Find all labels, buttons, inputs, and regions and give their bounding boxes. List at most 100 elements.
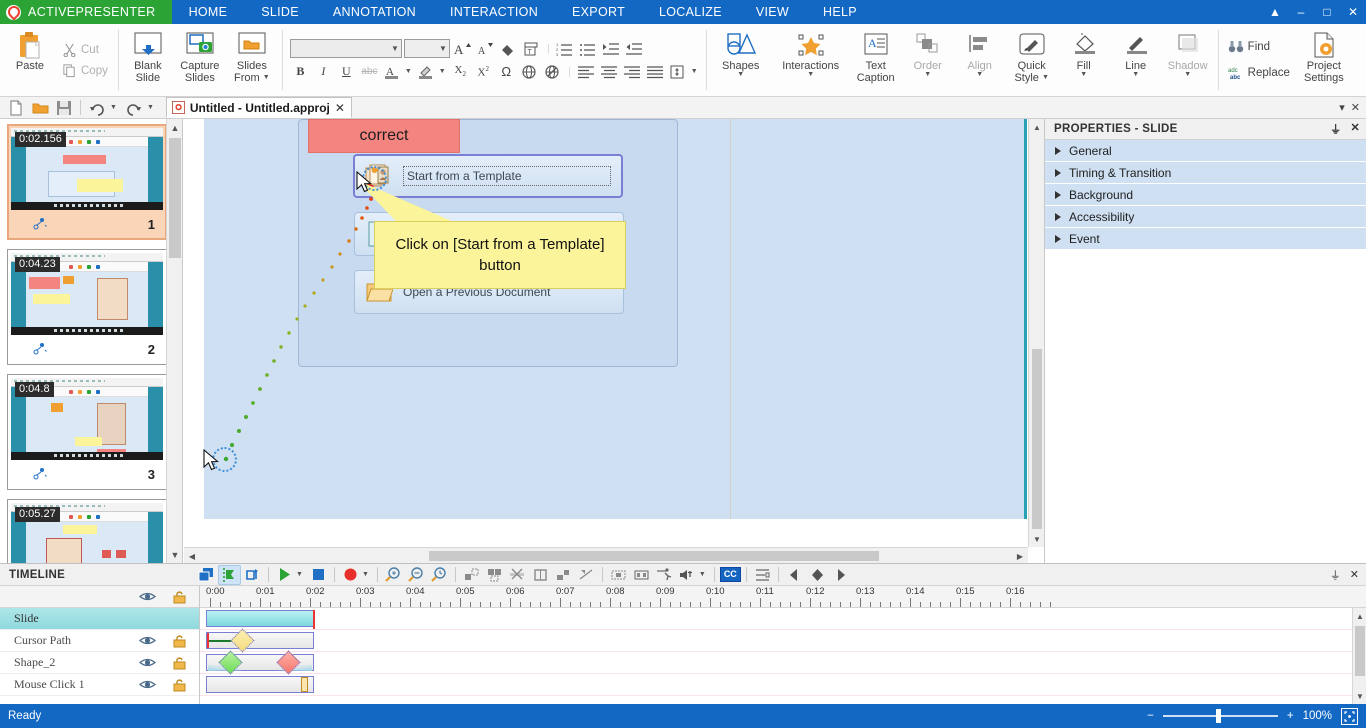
copy-button[interactable]: Copy (58, 61, 112, 80)
subscript-button[interactable]: X2 (450, 62, 471, 82)
shapes-button[interactable]: Shapes ▼ (710, 26, 772, 94)
pin-icon[interactable]: ⏚ (1330, 121, 1341, 137)
chevron-down-icon[interactable]: ▼ (691, 68, 698, 75)
eye-icon[interactable] (139, 634, 156, 648)
scroll-up-icon[interactable]: ▲ (1029, 119, 1044, 135)
mouse-click-bar[interactable] (206, 676, 314, 693)
timeline-track-label-mouse-click-1[interactable]: Mouse Click 1 (0, 674, 199, 696)
scroll-down-icon[interactable]: ▼ (167, 546, 182, 563)
scrollbar-thumb[interactable] (1032, 349, 1042, 529)
insert-frame-icon[interactable] (607, 565, 630, 585)
menu-interaction[interactable]: INTERACTION (433, 0, 555, 24)
align-button[interactable]: Align ▼ (954, 26, 1006, 94)
track-row-slide[interactable] (200, 608, 1366, 630)
prev-keyframe-icon[interactable] (783, 565, 806, 585)
open-folder-icon[interactable] (29, 98, 51, 118)
increase-font-size-button[interactable]: A (452, 39, 473, 59)
volume-dropdown-icon[interactable]: ▼ (699, 571, 706, 578)
menu-export[interactable]: EXPORT (555, 0, 642, 24)
scrollbar-thumb[interactable] (429, 551, 879, 561)
volume-icon[interactable] (676, 565, 699, 585)
document-tab[interactable]: Untitled - Untitled.approj ✕ (165, 97, 352, 118)
maximize-icon[interactable]: □ (1314, 0, 1340, 24)
blank-slide-button[interactable]: Blank Slide (122, 26, 174, 94)
scrollbar-thumb[interactable] (1355, 626, 1365, 676)
close-icon[interactable]: ✕ (1350, 121, 1360, 137)
menu-home[interactable]: HOME (172, 0, 245, 24)
scroll-right-icon[interactable]: ▶ (1012, 548, 1028, 563)
clear-formatting-button[interactable] (498, 39, 519, 59)
cut-button[interactable]: Cut (58, 40, 112, 59)
replace-button[interactable]: adc abc Replace (1224, 64, 1294, 82)
chevron-down-icon[interactable]: ▼ (924, 71, 931, 78)
redo-icon[interactable] (123, 98, 145, 118)
line-spacing-button[interactable] (668, 62, 689, 82)
decrease-indent-button[interactable] (624, 39, 645, 59)
capture-slides-button[interactable]: Capture Slides (174, 26, 226, 94)
line-button[interactable]: Line ▼ (1110, 26, 1162, 94)
join-icon[interactable] (575, 565, 598, 585)
lock-icon[interactable] (172, 634, 187, 648)
play-dropdown-icon[interactable]: ▼ (296, 571, 303, 578)
minimize-ribbon-icon[interactable]: ▾ (1339, 101, 1345, 114)
scroll-up-icon[interactable]: ▲ (1353, 608, 1366, 624)
new-file-icon[interactable] (5, 98, 27, 118)
group-objects-icon[interactable] (195, 565, 218, 585)
shadow-button[interactable]: Shadow ▼ (1162, 26, 1214, 94)
property-section-general[interactable]: General (1045, 140, 1366, 162)
underline-button[interactable]: U (336, 62, 357, 82)
menu-view[interactable]: VIEW (739, 0, 806, 24)
close-tab-icon[interactable]: ✕ (335, 101, 345, 115)
eye-icon[interactable] (139, 678, 156, 692)
chevron-down-icon[interactable]: ▼ (1080, 71, 1087, 78)
align-tracks-icon[interactable] (751, 565, 774, 585)
slide-thumbnail-item[interactable]: 0:04.23 2 (7, 249, 167, 365)
font-family-select[interactable]: ▼ (289, 39, 402, 58)
slide-thumbnail-item[interactable]: 0:04.8 3 (7, 374, 167, 490)
close-icon[interactable]: ✕ (1340, 0, 1366, 24)
fit-to-window-icon[interactable] (1341, 707, 1358, 725)
timeline-ruler[interactable]: 0:00 0:01 0:02 0:03 0:04 0:05 0:06 0:07 … (200, 586, 1366, 608)
scroll-down-icon[interactable]: ▼ (1353, 688, 1366, 704)
superscript-button[interactable]: X2 (473, 62, 494, 82)
zoom-width-icon[interactable] (405, 565, 428, 585)
insert-hyperlink-button[interactable] (519, 62, 540, 82)
chevron-down-icon[interactable]: ▼ (110, 104, 117, 111)
delete-time-icon[interactable] (483, 565, 506, 585)
menu-help[interactable]: HELP (806, 0, 874, 24)
chevron-down-icon[interactable]: ▼ (1184, 71, 1191, 78)
callout-annotation[interactable]: Click on [Start from a Template] button (374, 221, 626, 289)
highlight-color-button[interactable] (416, 62, 437, 82)
close-icon[interactable]: ✕ (1350, 568, 1359, 581)
property-section-background[interactable]: Background (1045, 184, 1366, 206)
lock-icon[interactable] (172, 656, 187, 670)
property-section-event[interactable]: Event (1045, 228, 1366, 250)
slide-duration-bar[interactable] (206, 610, 314, 627)
split-icon[interactable] (552, 565, 575, 585)
insert-time-icon[interactable] (460, 565, 483, 585)
ribbon-options-icon[interactable]: ▲ (1262, 0, 1288, 24)
keyframe-icon[interactable] (806, 565, 829, 585)
bold-button[interactable]: B (290, 62, 311, 82)
menu-annotation[interactable]: ANNOTATION (316, 0, 433, 24)
font-color-button[interactable]: A (382, 62, 403, 82)
pin-icon[interactable]: ⏚ (1330, 567, 1341, 583)
crop-icon[interactable] (529, 565, 552, 585)
slide-thumbnail-1[interactable]: 0:02.156 1 (7, 124, 167, 240)
save-icon[interactable] (53, 98, 75, 118)
mouse-click-marker[interactable] (301, 677, 308, 692)
chevron-down-icon[interactable]: ▼ (263, 74, 270, 81)
slide-thumbnail-4[interactable]: 0:05.27 4 (7, 499, 167, 563)
bulleted-list-button[interactable] (578, 39, 599, 59)
zoom-slider-handle[interactable] (1215, 709, 1221, 723)
numbered-list-button[interactable]: 123 (555, 39, 576, 59)
run-icon[interactable] (653, 565, 676, 585)
delete-frame-icon[interactable] (630, 565, 653, 585)
paste-button[interactable]: Paste (4, 26, 56, 94)
chevron-down-icon[interactable]: ▼ (1042, 74, 1049, 81)
slide-canvas[interactable]: tiCom (x64 yaSoft Desig + ndow Geni CD L… (184, 119, 1044, 563)
italic-button[interactable]: I (313, 62, 334, 82)
undo-icon[interactable] (86, 98, 108, 118)
remove-hyperlink-button[interactable] (542, 62, 563, 82)
zoom-fit-icon[interactable] (382, 565, 405, 585)
